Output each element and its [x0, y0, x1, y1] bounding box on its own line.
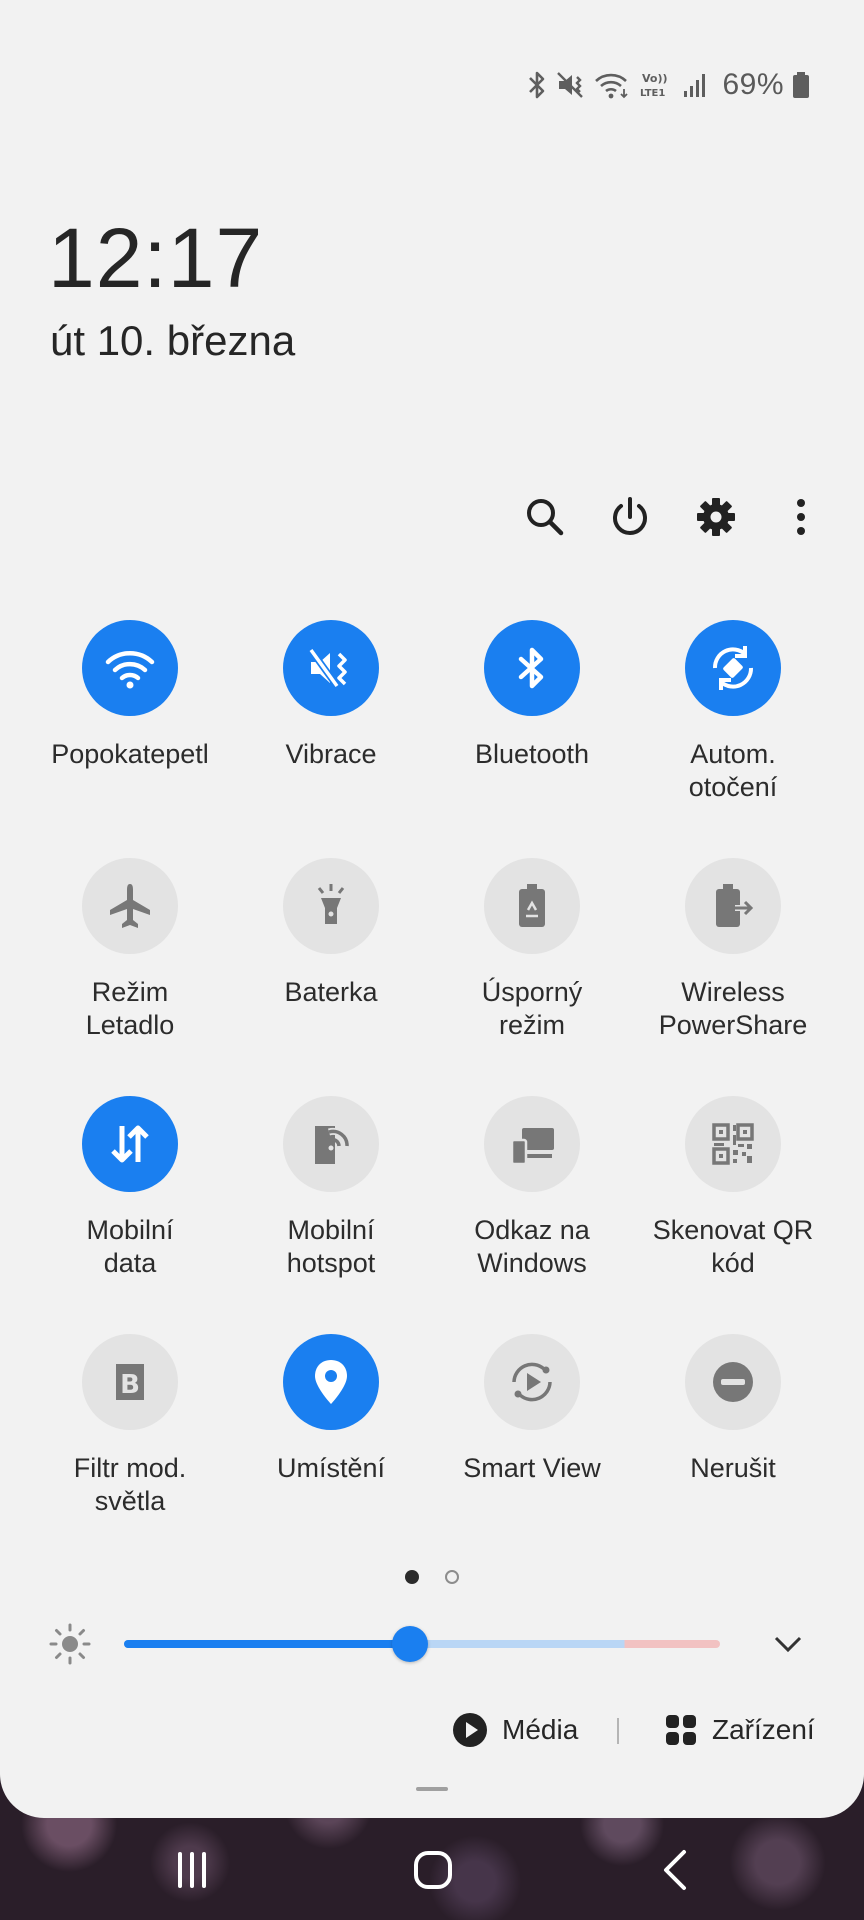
chevron-down-icon [774, 1636, 802, 1653]
brightness-slider[interactable] [124, 1626, 720, 1662]
tile-label: Vibrace [285, 739, 377, 769]
qr-code-icon [685, 1096, 781, 1192]
wifi-icon [594, 69, 632, 101]
media-label: Média [502, 1714, 579, 1745]
tile-airplane-mode[interactable]: Režim Letadlo [30, 858, 230, 1058]
tile-label: Nerušit [690, 1453, 776, 1483]
home-button[interactable] [403, 1840, 463, 1900]
tile-wireless-powershare[interactable]: Wireless PowerShare [633, 858, 833, 1058]
more-options-button[interactable] [768, 484, 834, 550]
settings-button[interactable] [683, 484, 749, 550]
recent-apps-button[interactable] [162, 1840, 222, 1900]
tile-blue-light-filter[interactable]: B Filtr mod. světla [30, 1334, 230, 1534]
tile-smart-view[interactable]: Smart View [432, 1334, 632, 1534]
do-not-disturb-icon [685, 1334, 781, 1430]
page-dot-1[interactable] [405, 1570, 419, 1584]
page-dot-2[interactable] [445, 1570, 459, 1584]
expand-button[interactable] [768, 1624, 808, 1664]
auto-rotate-icon [685, 620, 781, 716]
quick-settings-panel: Vo)) LTE1 69% 12:17 út 10. března Popoka… [0, 0, 864, 1818]
navigation-bar [0, 1818, 864, 1920]
status-bar: Vo)) LTE1 69% [526, 64, 810, 106]
tile-flashlight[interactable]: Baterka [231, 858, 431, 1058]
tile-hotspot[interactable]: Mobilní hotspot [231, 1096, 431, 1296]
tile-wifi[interactable]: Popokatepetl [30, 620, 230, 820]
tile-location[interactable]: Umístění [231, 1334, 431, 1534]
tile-auto-rotate[interactable]: Autom. otočení [633, 620, 833, 820]
settings-icon [697, 498, 735, 536]
tile-do-not-disturb[interactable]: Nerušit [633, 1334, 833, 1534]
svg-text:LTE1: LTE1 [640, 88, 665, 99]
devices-label: Zařízení [712, 1714, 815, 1745]
power-saving-icon [484, 858, 580, 954]
mute-vibrate-icon [556, 69, 586, 101]
hotspot-icon [283, 1096, 379, 1192]
tile-label: Úsporný režim [481, 977, 583, 1040]
power-button[interactable] [597, 484, 663, 550]
tile-label: Wireless PowerShare [658, 977, 808, 1040]
search-icon [527, 499, 564, 536]
panel-drag-handle[interactable] [416, 1787, 448, 1791]
flashlight-icon [283, 858, 379, 954]
wifi-icon [82, 620, 178, 716]
tile-vibrate[interactable]: Vibrace [231, 620, 431, 820]
tile-label: Baterka [284, 977, 378, 1007]
signal-icon [682, 69, 708, 101]
recent-apps-icon [178, 1852, 206, 1888]
tile-label: Mobilní data [86, 1215, 174, 1278]
location-icon [283, 1334, 379, 1430]
tile-label: Filtr mod. světla [73, 1453, 187, 1516]
tile-label: Umístění [276, 1453, 386, 1483]
battery-icon [792, 69, 810, 101]
mobile-data-icon [82, 1096, 178, 1192]
tile-label: Režim Letadlo [85, 977, 175, 1040]
vibrate-icon [283, 620, 379, 716]
power-icon [613, 497, 647, 535]
tile-mobile-data[interactable]: Mobilní data [30, 1096, 230, 1296]
tile-bluetooth[interactable]: Bluetooth [432, 620, 632, 820]
tile-label: Bluetooth [474, 739, 590, 769]
panel-actions [0, 484, 864, 550]
brightness-icon [49, 1623, 91, 1665]
airplane-icon [82, 858, 178, 954]
blue-light-filter-icon: B [82, 1334, 178, 1430]
play-icon [453, 1713, 487, 1747]
bluetooth-icon [526, 69, 548, 101]
tile-qr-scanner[interactable]: Skenovat QR kód [633, 1096, 833, 1296]
svg-text:B: B [120, 1370, 140, 1400]
tile-label: Smart View [463, 1453, 601, 1483]
svg-text:Vo)): Vo)) [642, 72, 668, 85]
more-options-icon [797, 499, 805, 535]
search-button[interactable] [512, 484, 578, 550]
tile-link-to-windows[interactable]: Odkaz na Windows [432, 1096, 632, 1296]
tile-label: Autom. otočení [688, 739, 778, 802]
link-to-windows-icon [484, 1096, 580, 1192]
battery-percent: 69% [722, 68, 784, 101]
devices-icon [666, 1715, 696, 1745]
divider [617, 1718, 619, 1744]
home-icon [414, 1851, 452, 1889]
devices-button[interactable]: Zařízení [664, 1708, 815, 1752]
brightness-slider-thumb[interactable] [392, 1626, 429, 1662]
back-button[interactable] [646, 1840, 706, 1900]
tile-label: Skenovat QR kód [652, 1215, 814, 1278]
smart-view-icon [484, 1334, 580, 1430]
tile-label: Mobilní hotspot [286, 1215, 376, 1278]
volte-lte-icon: Vo)) LTE1 [640, 69, 674, 101]
back-icon [664, 1850, 686, 1890]
bluetooth-icon [484, 620, 580, 716]
tile-label: Odkaz na Windows [474, 1215, 590, 1278]
tile-power-saving[interactable]: Úsporný režim [432, 858, 632, 1058]
clock-time: 12:17 [48, 211, 264, 305]
media-button[interactable]: Média [452, 1708, 578, 1752]
brightness-slider-fill [124, 1640, 411, 1648]
clock-date: út 10. března [50, 317, 296, 364]
wireless-powershare-icon [685, 858, 781, 954]
page-indicator [0, 1570, 864, 1584]
tile-label: Popokatepetl [51, 739, 209, 769]
